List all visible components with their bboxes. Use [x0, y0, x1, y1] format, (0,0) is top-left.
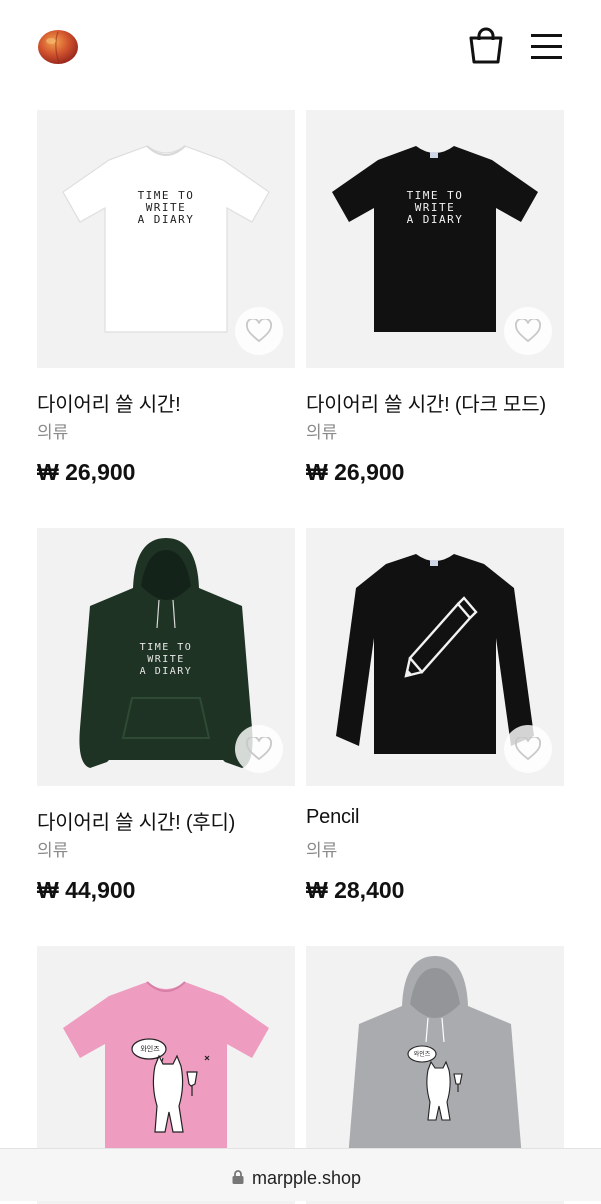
product-price: ₩ 28,400: [306, 877, 405, 903]
product-price: ₩ 44,900: [37, 877, 136, 903]
hamburger-menu-icon[interactable]: [528, 28, 566, 64]
wishlist-heart-icon[interactable]: [235, 725, 283, 773]
peach-logo-icon[interactable]: [37, 27, 79, 65]
print-text-block: TIME TO WRITE A DIARY: [306, 190, 564, 226]
product-image[interactable]: TIME TO WRITE A DIARY: [306, 110, 564, 368]
wishlist-heart-icon[interactable]: [235, 307, 283, 355]
print-line: A DIARY: [137, 213, 195, 226]
product-price: ₩ 26,900: [37, 459, 136, 485]
product-name[interactable]: 다이어리 쓸 시간! (후디): [37, 806, 295, 835]
product-name[interactable]: Pencil: [306, 806, 564, 829]
print-text-block: TIME TO WRITE A DIARY: [37, 642, 295, 678]
url-text[interactable]: marpple.shop: [252, 1168, 361, 1189]
lock-icon: [232, 1170, 244, 1184]
print-line: A DIARY: [406, 213, 464, 226]
print-line: A DIARY: [139, 666, 193, 677]
product-category: 의류: [306, 841, 338, 860]
print-line: WRITE: [147, 654, 185, 665]
wishlist-heart-icon[interactable]: [504, 725, 552, 773]
site-header: [0, 0, 601, 92]
print-text-block: TIME TO WRITE A DIARY: [37, 190, 295, 226]
browser-url-bar[interactable]: marpple.shop: [0, 1148, 601, 1201]
speech-bubble-text: 와인즈: [140, 1046, 160, 1053]
product-category: 의류: [37, 841, 69, 860]
product-image[interactable]: [306, 528, 564, 786]
product-image[interactable]: TIME TO WRITE A DIARY: [37, 110, 295, 368]
product-category: 의류: [37, 423, 69, 442]
product-price: ₩ 26,900: [306, 459, 405, 485]
product-image[interactable]: TIME TO WRITE A DIARY: [37, 528, 295, 786]
product-name[interactable]: 다이어리 쓸 시간! (다크 모드): [306, 388, 564, 417]
speech-bubble-text: 와인즈: [413, 1052, 431, 1058]
print-line: TIME TO: [139, 642, 193, 653]
product-category: 의류: [306, 423, 338, 442]
shopping-bag-icon[interactable]: [466, 26, 506, 66]
product-name[interactable]: 다이어리 쓸 시간!: [37, 388, 295, 417]
wishlist-heart-icon[interactable]: [504, 307, 552, 355]
